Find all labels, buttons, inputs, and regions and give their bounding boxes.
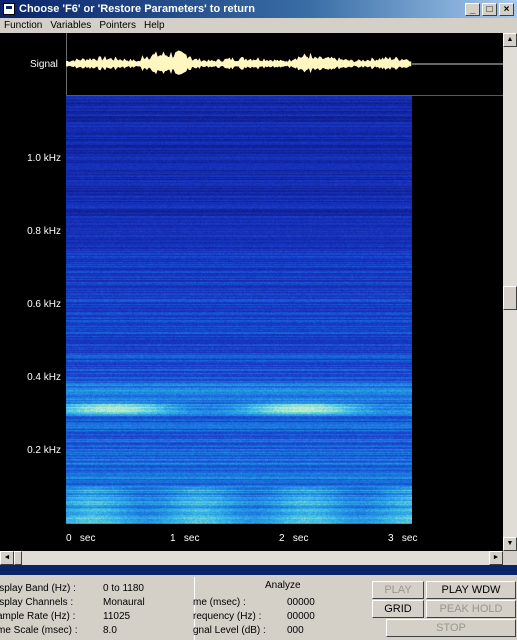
close-button[interactable]: × (499, 2, 514, 16)
scroll-left-icon[interactable]: ◄ (0, 551, 14, 565)
peak-hold-button[interactable]: PEAK HOLD (426, 600, 516, 618)
y-tick-label: 1.0 kHz (27, 153, 61, 164)
horizontal-scrollbar[interactable]: ◄ ► (0, 551, 503, 565)
scroll-up-icon[interactable]: ▲ (503, 33, 517, 47)
status-strip (0, 565, 517, 575)
vertical-scroll-thumb[interactable] (503, 286, 517, 310)
menu-variables[interactable]: Variables (46, 20, 95, 31)
signal-info: isplay Band (Hz) :0 to 1180 isplay Chann… (0, 583, 145, 636)
y-tick-label: 0.8 kHz (27, 226, 61, 237)
menu-function[interactable]: Function (0, 20, 46, 31)
maximize-button[interactable]: □ (482, 2, 497, 16)
play-button[interactable]: PLAY (372, 581, 424, 599)
x-tick-label: 3 sec (388, 533, 418, 544)
y-tick-label: 0.2 kHz (27, 445, 61, 456)
display-area: Signal 1.0 kHz 0.8 kHz 0.6 kHz 0.4 kHz 0… (0, 33, 503, 551)
x-tick-label: 2 sec (279, 533, 309, 544)
menu-help[interactable]: Help (140, 20, 169, 31)
control-panel: isplay Band (Hz) :0 to 1180 isplay Chann… (0, 575, 517, 640)
signal-waveform[interactable] (66, 49, 503, 79)
minimize-button[interactable]: _ (465, 2, 480, 16)
y-tick-label: 0.4 kHz (27, 372, 61, 383)
play-window-button[interactable]: PLAY WDW (426, 581, 516, 599)
vertical-scrollbar[interactable]: ▲ ▼ (503, 33, 517, 551)
horizontal-scroll-thumb[interactable] (14, 551, 22, 565)
grid-button[interactable]: GRID (372, 600, 424, 618)
stop-button[interactable]: STOP (386, 619, 516, 637)
analyze-title: Analyze (265, 580, 301, 591)
scroll-right-icon[interactable]: ► (489, 551, 503, 565)
window-controls: _ □ × (465, 2, 514, 16)
x-tick-label: 0 sec (66, 533, 96, 544)
window-title: Choose 'F6' or 'Restore Parameters' to r… (19, 3, 256, 15)
analyze-panel: Analyze me (msec) :00000 requency (Hz) :… (193, 577, 370, 640)
app-icon[interactable] (3, 3, 15, 15)
menu-bar: Function Variables Pointers Help (0, 18, 517, 33)
spectrogram[interactable] (66, 96, 412, 524)
title-bar: Choose 'F6' or 'Restore Parameters' to r… (0, 0, 517, 18)
signal-label: Signal (30, 59, 58, 70)
scroll-down-icon[interactable]: ▼ (503, 537, 517, 551)
menu-pointers[interactable]: Pointers (95, 20, 140, 31)
x-tick-label: 1 sec (170, 533, 200, 544)
y-tick-label: 0.6 kHz (27, 299, 61, 310)
